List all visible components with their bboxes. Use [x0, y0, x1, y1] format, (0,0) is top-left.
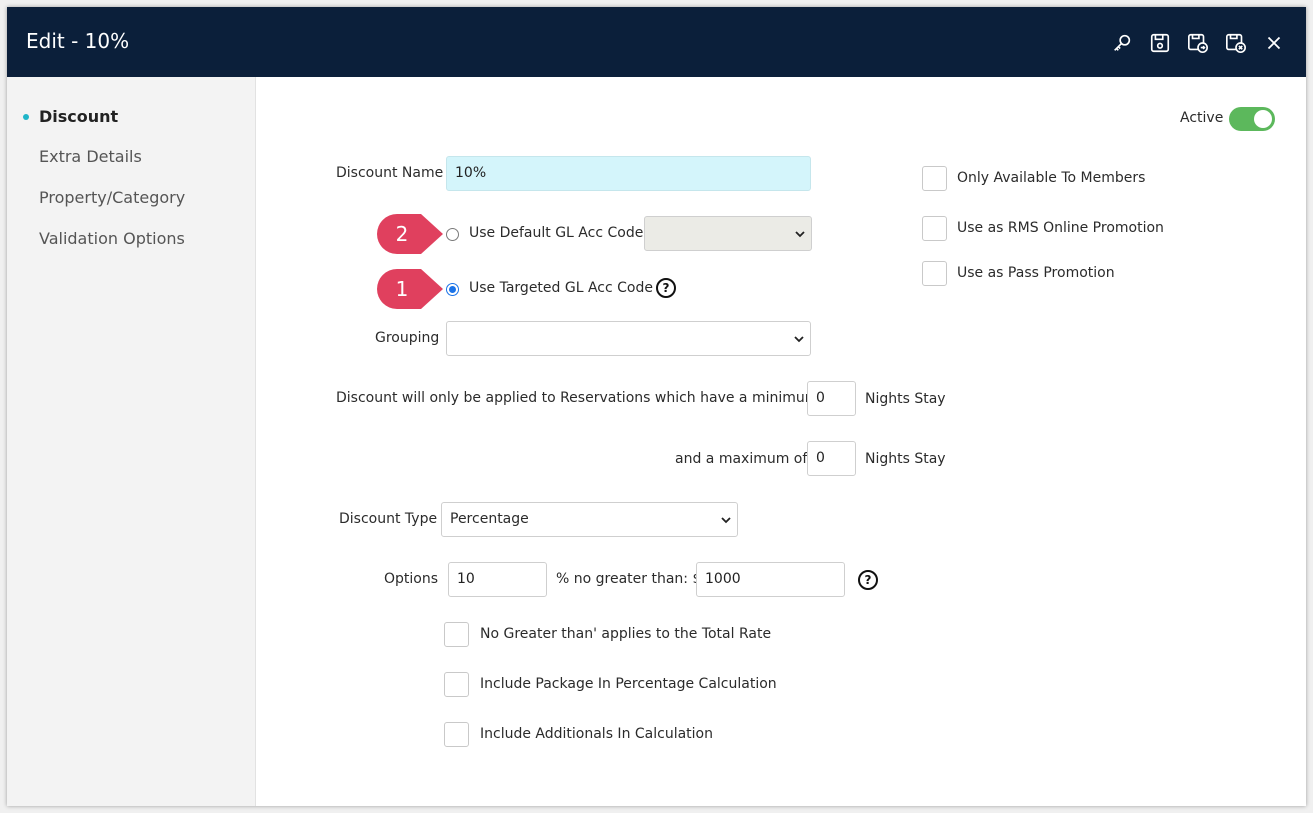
- annotation-badge-2: 2: [377, 214, 443, 254]
- max-nights-label: and a maximum of: [675, 451, 808, 467]
- max-nights-input[interactable]: 0: [807, 441, 856, 476]
- title-bar: Edit - 10%: [7, 7, 1306, 77]
- key-icon[interactable]: [1110, 31, 1134, 55]
- members-only-checkbox[interactable]: [922, 166, 947, 191]
- sidebar: Discount Extra Details Property/Category…: [7, 77, 256, 806]
- save-next-icon[interactable]: [1186, 31, 1210, 55]
- chevron-down-icon: [794, 336, 804, 343]
- targeted-gl-help-icon[interactable]: ?: [656, 278, 676, 298]
- pass-promotion-label: Use as Pass Promotion: [957, 265, 1115, 281]
- use-targeted-gl-radio[interactable]: [446, 283, 459, 296]
- use-default-gl-label: Use Default GL Acc Code: [469, 225, 644, 241]
- save-close-icon[interactable]: [1224, 31, 1248, 55]
- sidebar-item-label: Property/Category: [39, 188, 186, 207]
- sidebar-item-property-category[interactable]: Property/Category: [39, 188, 185, 207]
- sidebar-item-discount[interactable]: Discount: [23, 107, 119, 126]
- chevron-down-icon: [721, 517, 731, 524]
- default-gl-select[interactable]: [644, 216, 812, 251]
- max-nights-unit-label: Nights Stay: [865, 451, 946, 467]
- use-default-gl-radio[interactable]: [446, 228, 459, 241]
- rms-online-promotion-checkbox[interactable]: [922, 216, 947, 241]
- annotation-badge-2-number: 2: [395, 222, 409, 246]
- total-rate-label: No Greater than' applies to the Total Ra…: [480, 626, 772, 642]
- include-package-checkbox[interactable]: [444, 672, 469, 697]
- annotation-badge-1: 1: [377, 269, 443, 309]
- active-toggle[interactable]: [1229, 107, 1275, 131]
- discount-type-select[interactable]: Percentage: [441, 502, 738, 537]
- sidebar-item-label: Extra Details: [39, 147, 142, 166]
- rms-online-promotion-label: Use as RMS Online Promotion: [957, 220, 1164, 236]
- options-help-icon[interactable]: ?: [858, 570, 878, 590]
- discount-name-input[interactable]: 10%: [446, 156, 811, 191]
- discount-type-value: Percentage: [450, 511, 529, 527]
- close-icon[interactable]: [1262, 31, 1286, 55]
- pass-promotion-checkbox[interactable]: [922, 261, 947, 286]
- toolbar: [1110, 31, 1286, 55]
- include-additionals-label: Include Additionals In Calculation: [480, 726, 713, 742]
- options-label: Options: [384, 571, 439, 587]
- members-only-label: Only Available To Members: [957, 170, 1146, 186]
- annotation-badge-1-number: 1: [395, 277, 409, 301]
- options-percent-input[interactable]: 10: [448, 562, 547, 597]
- no-greater-than-input[interactable]: 1000: [696, 562, 845, 597]
- include-additionals-checkbox[interactable]: [444, 722, 469, 747]
- use-targeted-gl-label: Use Targeted GL Acc Code: [469, 280, 653, 296]
- include-package-label: Include Package In Percentage Calculatio…: [480, 676, 777, 692]
- form-content: Active Discount Name 10% 2 Use Default G…: [256, 77, 1306, 806]
- grouping-label: Grouping: [375, 330, 440, 346]
- min-nights-unit-label: Nights Stay: [865, 391, 946, 407]
- sidebar-item-extra-details[interactable]: Extra Details: [39, 147, 142, 166]
- discount-name-label: Discount Name: [336, 165, 444, 181]
- min-nights-input[interactable]: 0: [807, 381, 856, 416]
- no-greater-than-label: % no greater than: $: [556, 571, 702, 587]
- edit-discount-window: Edit - 10% Discount Extra Details Proper…: [7, 7, 1306, 806]
- grouping-select[interactable]: [446, 321, 811, 356]
- active-indicator: [23, 114, 29, 120]
- discount-type-label: Discount Type: [339, 511, 438, 527]
- sidebar-item-label: Validation Options: [39, 229, 185, 248]
- chevron-down-icon: [795, 231, 805, 238]
- min-nights-label: Discount will only be applied to Reserva…: [336, 390, 837, 406]
- active-label: Active: [1180, 110, 1224, 126]
- sidebar-item-label: Discount: [39, 107, 119, 126]
- sidebar-item-validation-options[interactable]: Validation Options: [39, 229, 185, 248]
- save-icon[interactable]: [1148, 31, 1172, 55]
- window-title: Edit - 10%: [26, 29, 130, 53]
- total-rate-checkbox[interactable]: [444, 622, 469, 647]
